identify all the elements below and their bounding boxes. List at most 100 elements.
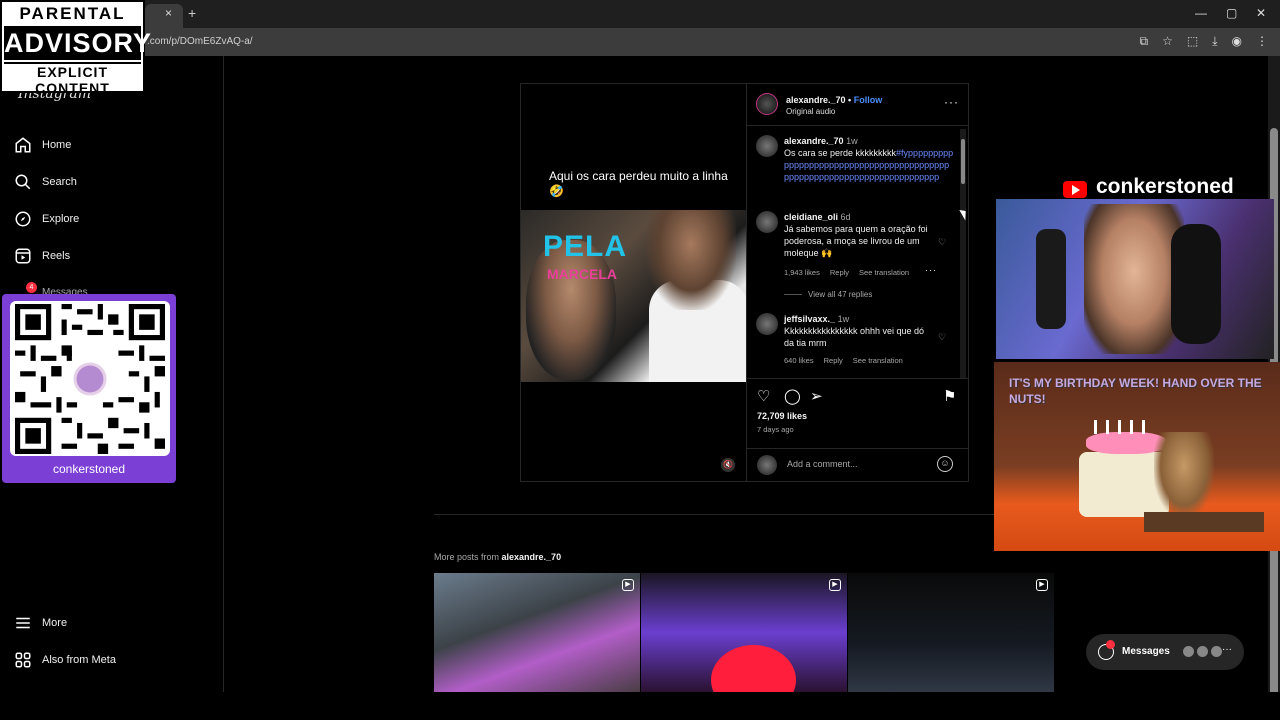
share-send-icon[interactable]: ➢ — [810, 387, 823, 405]
author-username[interactable]: alexandre._70 — [786, 95, 846, 105]
message-avatars — [1182, 645, 1223, 658]
thumbnail-shape — [711, 645, 796, 692]
comment-item: cleidiane_oli 6d Já sabemos para quem a … — [784, 211, 934, 259]
candle — [1106, 420, 1109, 434]
advisory-bottom-text: EXPLICIT CONTENT — [4, 62, 141, 96]
profile-icon[interactable]: ◉ — [1232, 34, 1242, 49]
more-posts-username[interactable]: alexandre._70 — [502, 552, 562, 562]
reel-icon: ▶ — [1036, 579, 1048, 591]
install-app-icon[interactable]: ⧉ — [1140, 34, 1149, 49]
view-replies-button[interactable]: View all 47 replies — [784, 290, 872, 299]
chipmunk — [1154, 432, 1214, 517]
comments-scroll-thumb[interactable] — [961, 139, 965, 184]
comment-options-icon[interactable]: ··· — [925, 265, 937, 275]
browser-tab-bar: × + — ▢ ✕ — [0, 0, 1280, 28]
follow-button[interactable]: Follow — [854, 95, 883, 105]
comments-scrollbar[interactable] — [960, 129, 966, 379]
post-header: alexandre._70 • Follow Original audio ··… — [747, 84, 969, 126]
like-heart-icon[interactable]: ♡ — [757, 387, 770, 405]
comment-username[interactable]: alexandre._70 — [784, 136, 844, 146]
maximize-icon[interactable]: ▢ — [1226, 6, 1237, 20]
browser-menu-icon[interactable]: ⋮ — [1256, 34, 1268, 49]
comment-avatar[interactable] — [756, 313, 778, 335]
sidebar-item-label: Home — [42, 139, 72, 151]
youtube-channel-banner: conkerstoned — [1030, 175, 1268, 200]
messages-badge — [1106, 640, 1115, 649]
mute-icon[interactable]: 🔇 — [721, 458, 735, 472]
sidebar-item-label: More — [42, 617, 68, 629]
bookmark-icon[interactable]: ⚑ — [943, 387, 956, 405]
see-translation-button[interactable]: See translation — [853, 356, 903, 365]
home-icon — [15, 137, 31, 153]
download-icon[interactable]: ⤓ — [1212, 34, 1217, 49]
qr-card-username: conkerstoned — [52, 462, 126, 476]
webcam-overlay — [996, 199, 1274, 359]
more-posts-prefix: More posts from — [434, 552, 502, 562]
comment-likes[interactable]: 1,943 likes — [784, 268, 820, 277]
emoji-icon[interactable]: ☺ — [937, 456, 953, 472]
see-translation-button[interactable]: See translation — [859, 268, 909, 277]
sidebar-item-reels[interactable]: Reels — [14, 247, 70, 265]
comment-time: 1w — [846, 136, 858, 146]
sidebar-item-label: Explore — [42, 213, 80, 225]
author-avatar[interactable] — [756, 93, 778, 115]
more-post-thumbnail[interactable]: ▶ — [641, 573, 847, 692]
more-post-thumbnail[interactable]: ▶ — [434, 573, 640, 692]
comment-avatar[interactable] — [756, 135, 778, 157]
more-post-thumbnail[interactable]: ▶ — [848, 573, 1054, 692]
close-window-icon[interactable]: ✕ — [1256, 6, 1266, 20]
extensions-icon[interactable]: ⬚ — [1187, 34, 1198, 49]
bottom-strip — [0, 692, 1280, 720]
browser-tab[interactable] — [145, 4, 183, 28]
comment-username[interactable]: jeffsilvaxx._ — [784, 314, 835, 324]
sidebar-item-label: Reels — [42, 250, 71, 262]
new-tab-button[interactable]: + — [188, 5, 196, 21]
post-likes-count[interactable]: 72,709 likes — [757, 411, 807, 421]
bookmark-star-icon[interactable]: ☆ — [1162, 34, 1173, 49]
comment-item: jeffsilvaxx._ 1w Kkkkkkkkkkkkkkkk ohhh v… — [784, 313, 934, 349]
post-timestamp: 7 days ago — [757, 425, 794, 434]
messages-badge: 4 — [26, 282, 37, 293]
add-comment-input[interactable]: Add a comment... — [787, 459, 858, 469]
sidebar-item-explore[interactable]: Explore — [14, 210, 79, 228]
like-comment-heart-icon[interactable]: ♡ — [938, 332, 946, 343]
sidebar-item-home[interactable]: Home — [14, 136, 71, 154]
advisory-middle-text: ADVISORY — [4, 26, 153, 60]
parental-advisory-logo: PARENTAL ADVISORY EXPLICIT CONTENT — [0, 0, 153, 96]
post-sidepanel: alexandre._70 • Follow Original audio ··… — [746, 84, 969, 481]
qr-code-card: conkerstoned — [2, 294, 176, 483]
candle — [1094, 420, 1097, 434]
comment-time: 1w — [837, 314, 850, 324]
comment-item: alexandre._70 1w Os cara se perde kkkkkk… — [784, 135, 954, 183]
reel-icon: ▶ — [622, 579, 634, 591]
menu-icon — [16, 617, 30, 629]
minimize-icon[interactable]: — — [1195, 6, 1207, 20]
author-line: alexandre._70 • Follow — [786, 95, 882, 105]
close-tab-icon[interactable]: × — [165, 6, 172, 20]
url-field[interactable]: .com/p/DOmE6ZvAQ-a/ — [147, 36, 253, 47]
comment-avatar[interactable] — [756, 211, 778, 233]
post-video[interactable]: Aqui os cara perdeu muito a linha 🤣 PELA… — [521, 84, 746, 481]
messages-label: Messages — [1122, 646, 1170, 657]
comment-username[interactable]: cleidiane_oli — [784, 212, 838, 222]
reply-button[interactable]: Reply — [830, 268, 849, 277]
more-options-icon[interactable]: ··· — [944, 95, 959, 109]
wooden-table — [1144, 512, 1264, 532]
comment-likes[interactable]: 640 likes — [784, 356, 814, 365]
comments-list: alexandre._70 1w Os cara se perde kkkkkk… — [747, 127, 969, 377]
messages-floating-button[interactable]: Messages ··· — [1086, 634, 1244, 670]
section-divider — [434, 514, 1056, 515]
audio-label[interactable]: Original audio — [786, 107, 835, 116]
sidebar-item-also-from-meta[interactable]: Also from Meta — [14, 651, 116, 669]
advisory-top-text: PARENTAL — [19, 4, 126, 23]
channel-name: conkerstoned — [1096, 175, 1234, 198]
add-comment-bar: Add a comment... ☺ — [747, 448, 969, 481]
reply-button[interactable]: Reply — [824, 356, 843, 365]
candle — [1118, 420, 1121, 434]
sidebar-item-label: Also from Meta — [42, 654, 116, 666]
comment-bubble-icon[interactable]: ◯ — [784, 387, 801, 405]
sidebar-item-more[interactable]: More — [14, 614, 67, 632]
comment-time: 6d — [840, 212, 851, 222]
sidebar-item-search[interactable]: Search — [14, 173, 77, 191]
like-comment-heart-icon[interactable]: ♡ — [938, 237, 946, 248]
